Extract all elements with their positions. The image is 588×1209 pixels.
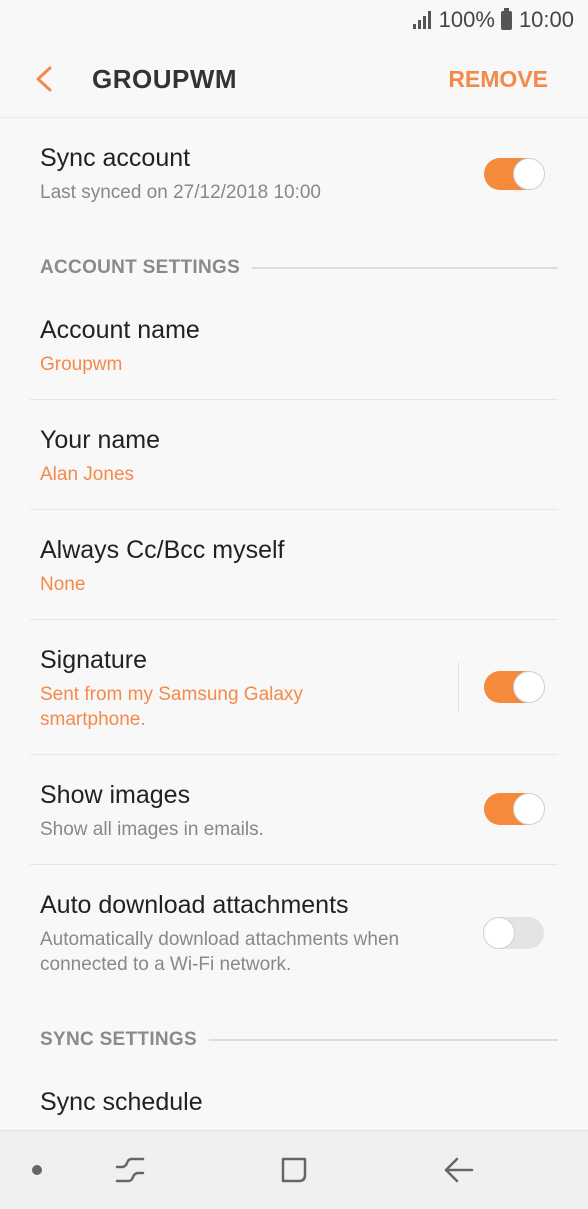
sync-account-label: Sync account (40, 144, 191, 172)
show-images-description: Show all images in emails. (40, 819, 264, 840)
recent-apps-icon[interactable] (114, 1155, 146, 1185)
battery-icon (500, 7, 512, 30)
your-name-label: Your name (40, 426, 160, 454)
sync-account-row[interactable]: Sync account Last synced on 27/12/2018 1… (0, 118, 588, 230)
show-images-label: Show images (40, 781, 191, 809)
status-bar: 100% 10:00 (0, 0, 588, 40)
signature-label: Signature (40, 646, 148, 674)
toggle-knob (483, 917, 515, 949)
section-label: SYNC SETTINGS (40, 1029, 197, 1050)
auto-download-row[interactable]: Auto download attachments Automatically … (0, 865, 588, 1000)
page-title: GROUPWM (92, 64, 238, 94)
sync-schedule-row[interactable]: Sync schedule (0, 1062, 588, 1130)
show-images-row[interactable]: Show images Show all images in emails. (0, 755, 588, 865)
clock: 10:00 (518, 7, 574, 32)
show-images-toggle[interactable] (484, 793, 545, 825)
account-name-row[interactable]: Account name Groupwm (0, 290, 588, 400)
sync-account-last-synced: Last synced on 27/12/2018 10:00 (40, 182, 322, 203)
toggle-knob (513, 671, 545, 703)
auto-download-description-line-2: connected to a Wi-Fi network. (40, 954, 292, 975)
dot-icon[interactable] (31, 1164, 43, 1176)
auto-download-label: Auto download attachments (40, 891, 349, 919)
always-cc-bcc-row[interactable]: Always Cc/Bcc myself None (0, 510, 588, 620)
navigation-bar (0, 1130, 588, 1209)
auto-download-description-line-1: Automatically download attachments when (40, 929, 400, 950)
home-icon[interactable] (279, 1155, 309, 1185)
back-icon[interactable] (443, 1155, 475, 1185)
section-divider (208, 1039, 558, 1041)
section-header-account-settings: ACCOUNT SETTINGS (40, 253, 558, 283)
toggle-knob (513, 158, 545, 190)
vertical-separator (458, 662, 459, 712)
signature-value-line-2: smartphone. (40, 709, 146, 730)
signature-value-line-1: Sent from my Samsung Galaxy (40, 684, 303, 705)
section-header-sync-settings: SYNC SETTINGS (40, 1025, 558, 1055)
signal-icon (412, 11, 431, 29)
battery-percent: 100% (438, 7, 495, 32)
section-label: ACCOUNT SETTINGS (40, 257, 241, 278)
remove-button[interactable]: REMOVE (448, 66, 548, 93)
account-name-label: Account name (40, 316, 200, 344)
account-name-value: Groupwm (40, 354, 123, 375)
sync-account-toggle[interactable] (484, 158, 545, 190)
auto-download-toggle[interactable] (483, 917, 544, 949)
signature-row[interactable]: Signature Sent from my Samsung Galaxy sm… (0, 620, 588, 755)
signature-toggle[interactable] (484, 671, 545, 703)
your-name-value: Alan Jones (40, 464, 135, 485)
always-cc-bcc-label: Always Cc/Bcc myself (40, 536, 285, 564)
section-divider (252, 267, 558, 269)
back-arrow-icon[interactable] (32, 66, 56, 92)
app-header: GROUPWM REMOVE (0, 40, 588, 118)
toggle-knob (513, 793, 545, 825)
always-cc-bcc-value: None (40, 574, 86, 595)
your-name-row[interactable]: Your name Alan Jones (0, 400, 588, 510)
sync-schedule-label: Sync schedule (40, 1088, 203, 1116)
